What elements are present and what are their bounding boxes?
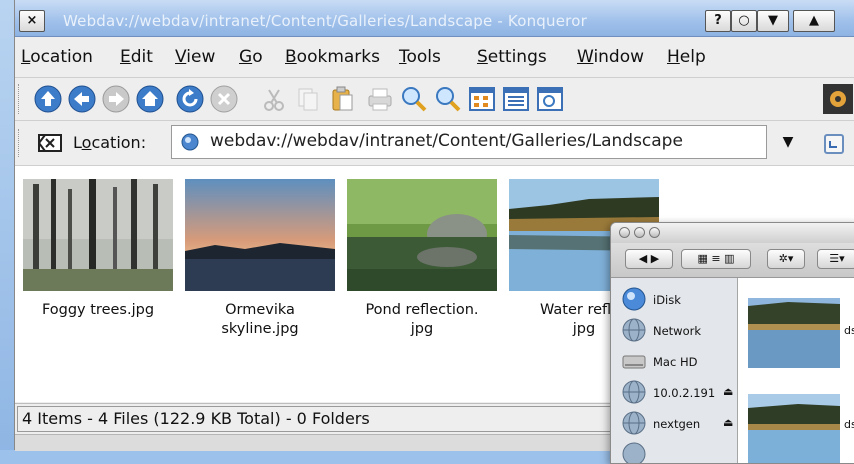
finder-file-caption: ds bbox=[844, 418, 854, 431]
eject-icon[interactable]: ⏏ bbox=[723, 416, 733, 429]
menu-bookmarks[interactable]: Bookmarks bbox=[285, 47, 380, 67]
up-triangle-icon: ▲ bbox=[809, 13, 819, 28]
menu-tools[interactable]: Tools bbox=[399, 47, 441, 67]
sidebar-item-idisk[interactable]: iDisk bbox=[621, 284, 737, 314]
finder-file-thumbnail[interactable] bbox=[748, 394, 840, 464]
main-toolbar bbox=[15, 78, 854, 121]
file-thumbnail bbox=[347, 179, 497, 291]
finder-title-bar bbox=[611, 223, 854, 243]
toolbar-grip[interactable] bbox=[18, 84, 21, 114]
sidebar-item-server-10-0-2-191[interactable]: 10.0.2.191 ⏏ bbox=[621, 377, 737, 407]
menu-help[interactable]: Help bbox=[667, 47, 706, 67]
throbber-gear-icon bbox=[823, 84, 853, 114]
arrange-button[interactable]: ☰▾ bbox=[817, 249, 854, 269]
network-globe-icon bbox=[622, 442, 646, 463]
window-menu-button[interactable]: ▼ bbox=[757, 10, 789, 32]
close-window-button[interactable]: × bbox=[19, 10, 45, 32]
zoom-circle-icon[interactable] bbox=[649, 227, 660, 238]
paste-icon[interactable] bbox=[327, 84, 357, 114]
back-icon[interactable] bbox=[67, 84, 97, 114]
menu-edit[interactable]: Edit bbox=[120, 47, 153, 67]
window-title: Webdav://webdav/intranet/Content/Galleri… bbox=[63, 12, 587, 30]
list-view-icon[interactable] bbox=[501, 84, 531, 114]
sidebar-item-mac-hd[interactable]: Mac HD bbox=[621, 346, 737, 376]
network-folder-icon bbox=[181, 133, 199, 151]
status-text: 4 Items - 4 Files (122.9 KB Total) - 0 F… bbox=[17, 406, 617, 432]
location-label: Location: bbox=[73, 133, 147, 152]
reload-icon[interactable] bbox=[175, 84, 205, 114]
finder-sidebar: iDisk Network Mac HD 10.0.2.191 ⏏ nextge… bbox=[611, 278, 738, 463]
finder-file-area: ds ds bbox=[738, 278, 854, 463]
location-grip[interactable] bbox=[18, 129, 21, 157]
menu-settings[interactable]: Settings bbox=[477, 47, 547, 67]
finder-toolbar: ◀ ▶ ▦ ≡ ▥ ✲▾ ☰▾ bbox=[611, 243, 854, 278]
file-name: Foggy trees.jpg bbox=[41, 302, 155, 318]
sidebar-item-nextgen[interactable]: nextgen ⏏ bbox=[621, 408, 737, 438]
sticky-button[interactable]: ○ bbox=[731, 10, 757, 32]
finder-file-caption: ds bbox=[844, 324, 854, 337]
forward-icon[interactable] bbox=[101, 84, 131, 114]
file-item[interactable]: Foggy trees.jpg bbox=[23, 179, 173, 320]
menu-window[interactable]: Window bbox=[577, 47, 644, 67]
help-icon: ? bbox=[714, 13, 722, 28]
action-gear-button[interactable]: ✲▾ bbox=[767, 249, 805, 269]
file-item[interactable]: Pond reflection. jpg bbox=[347, 179, 497, 339]
help-button[interactable]: ? bbox=[705, 10, 731, 32]
menu-go[interactable]: Go bbox=[239, 47, 263, 67]
preview-icon[interactable] bbox=[535, 84, 565, 114]
network-globe-icon bbox=[622, 411, 646, 435]
clear-location-icon[interactable] bbox=[37, 133, 63, 153]
file-item[interactable]: Ormevika skyline.jpg bbox=[185, 179, 335, 339]
file-thumbnail bbox=[23, 179, 173, 291]
up-arrow-icon[interactable] bbox=[33, 84, 63, 114]
title-bar: × Webdav://webdav/intranet/Content/Galle… bbox=[15, 0, 854, 37]
file-thumbnail bbox=[185, 179, 335, 291]
home-icon[interactable] bbox=[135, 84, 165, 114]
network-globe-icon bbox=[622, 380, 646, 404]
circle-icon: ○ bbox=[738, 13, 750, 28]
finder-window: ◀ ▶ ▦ ≡ ▥ ✲▾ ☰▾ iDisk Network Mac HD 10.… bbox=[610, 222, 854, 464]
sidebar-item-partial[interactable] bbox=[621, 439, 737, 463]
location-history-dropdown[interactable]: ▼ bbox=[777, 131, 799, 153]
hard-drive-icon bbox=[622, 355, 646, 369]
go-button-icon[interactable] bbox=[823, 133, 845, 155]
location-input[interactable]: webdav://webdav/intranet/Content/Galleri… bbox=[171, 125, 767, 159]
zoom-in-icon[interactable] bbox=[399, 84, 429, 114]
print-icon[interactable] bbox=[365, 84, 395, 114]
down-triangle-icon: ▼ bbox=[768, 13, 778, 28]
location-url-text: webdav://webdav/intranet/Content/Galleri… bbox=[210, 131, 683, 151]
eject-icon[interactable]: ⏏ bbox=[723, 385, 733, 398]
location-toolbar: Location: webdav://webdav/intranet/Conte… bbox=[15, 121, 854, 166]
icon-view-icon[interactable] bbox=[467, 84, 497, 114]
file-name: Pond reflection. jpg bbox=[365, 302, 479, 337]
cut-icon[interactable] bbox=[259, 84, 289, 114]
menu-location[interactable]: Location bbox=[21, 47, 93, 67]
zoom-out-icon[interactable] bbox=[433, 84, 463, 114]
back-forward-button[interactable]: ◀ ▶ bbox=[625, 249, 673, 269]
finder-file-thumbnail[interactable] bbox=[748, 298, 840, 368]
shade-button[interactable]: ▲ bbox=[793, 10, 835, 32]
network-globe-icon bbox=[622, 318, 646, 342]
minimize-circle-icon[interactable] bbox=[634, 227, 645, 238]
menu-view[interactable]: View bbox=[175, 47, 215, 67]
sidebar-item-network[interactable]: Network bbox=[621, 315, 737, 345]
menu-bar: Location Edit View Go Bookmarks Tools Se… bbox=[15, 37, 854, 78]
close-icon: × bbox=[26, 13, 38, 28]
idisk-icon bbox=[622, 287, 646, 311]
file-name: Ormevika skyline.jpg bbox=[221, 302, 299, 337]
view-mode-buttons[interactable]: ▦ ≡ ▥ bbox=[681, 249, 751, 269]
copy-icon[interactable] bbox=[293, 84, 323, 114]
close-circle-icon[interactable] bbox=[619, 227, 630, 238]
stop-icon[interactable] bbox=[209, 84, 239, 114]
